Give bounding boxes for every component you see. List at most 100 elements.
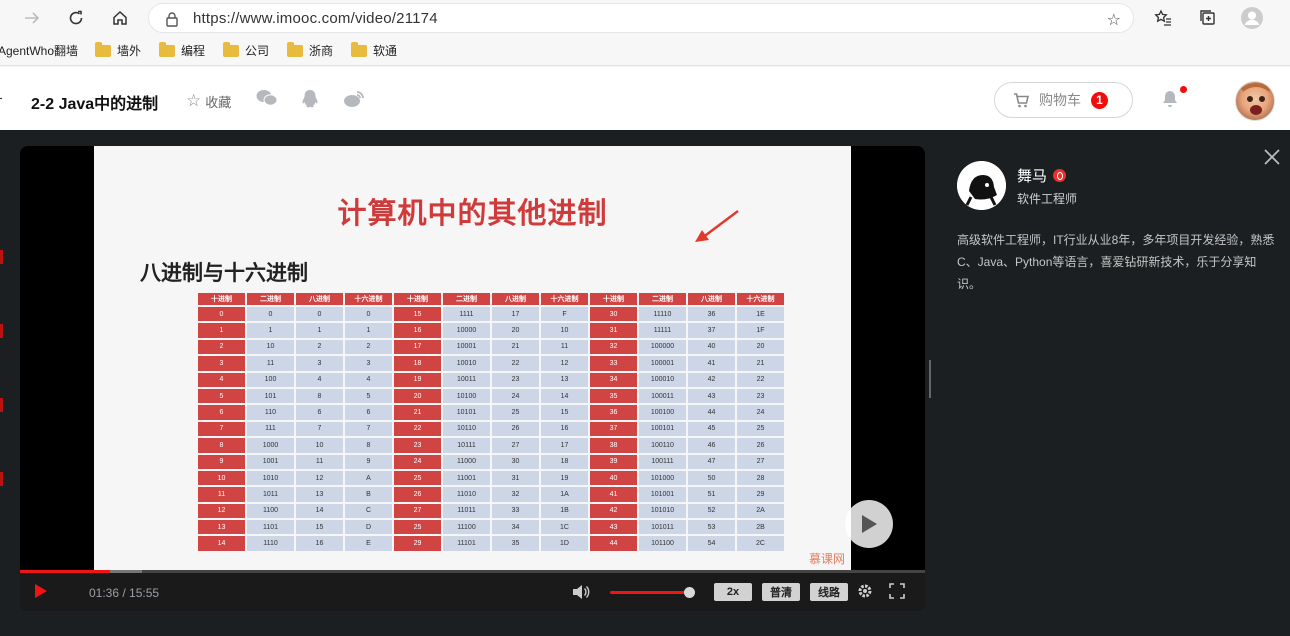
- table-cell: 40: [590, 470, 637, 486]
- table-cell: 12: [296, 470, 343, 486]
- teacher-name[interactable]: 舞马: [1017, 165, 1047, 186]
- table-cell: 100101: [639, 421, 686, 437]
- wechat-icon[interactable]: [256, 89, 278, 109]
- weibo-icon[interactable]: [343, 89, 365, 109]
- user-avatar[interactable]: [1235, 81, 1275, 121]
- table-row: 1 1 1 1 16 10000 20 10 31 11111 37 1F: [198, 323, 784, 338]
- table-cell: 100100: [639, 405, 686, 420]
- bookmark-folder[interactable]: 浙商: [287, 41, 333, 59]
- route-button[interactable]: 线路: [810, 583, 848, 601]
- table-cell: 11111: [639, 323, 686, 338]
- panel-resize-handle[interactable]: [929, 360, 931, 398]
- bookmark-folder[interactable]: 公司: [223, 41, 269, 59]
- table-cell: 11: [296, 454, 343, 469]
- table-cell: 2: [296, 339, 343, 355]
- bookmark-folder[interactable]: 墙外: [95, 41, 141, 59]
- speed-button[interactable]: 2x: [714, 583, 752, 601]
- table-cell: 10111: [443, 438, 490, 453]
- bookmark-label: 编程: [181, 44, 206, 58]
- favorites-icon[interactable]: [1151, 6, 1175, 30]
- table-cell: 26: [737, 438, 784, 453]
- table-cell: 24: [492, 388, 539, 404]
- address-bar[interactable]: https://www.imooc.com/video/21174 ☆: [148, 3, 1134, 33]
- quality-button[interactable]: 普清: [762, 583, 800, 601]
- table-cell: 25: [492, 405, 539, 420]
- bookmarks-bar: AgentWho翻墙 墙外 编程 公司 浙商 软通: [0, 36, 1290, 66]
- play-icon: [862, 515, 877, 533]
- table-cell: 6: [345, 405, 392, 420]
- table-cell: 44: [590, 536, 637, 551]
- table-row: 4 100 4 4 19 10011 23 13 34 100010 42 22: [198, 372, 784, 387]
- table-cell: 13: [198, 520, 245, 535]
- side-strip: [0, 250, 8, 546]
- profile-icon[interactable]: [1240, 6, 1264, 30]
- favorite-button[interactable]: ☆ 收藏: [186, 91, 231, 111]
- base-conversion-table: 十进制 二进制 八进制 十六进制 十进制 二进制 八进制 十六进制 十进制 二进制 八进制 十六进制 …: [196, 291, 786, 553]
- table-cell: 13: [541, 372, 588, 387]
- table-cell: 5: [198, 388, 245, 404]
- table-cell: 0: [296, 307, 343, 322]
- table-cell: 12: [541, 356, 588, 371]
- table-cell: 1010: [247, 470, 294, 486]
- play-button[interactable]: [34, 583, 48, 604]
- table-cell: 34: [492, 520, 539, 535]
- teacher-avatar[interactable]: [957, 161, 1006, 210]
- volume-handle[interactable]: [684, 587, 695, 598]
- table-cell: 22: [394, 421, 441, 437]
- table-header-cell: 二进制: [639, 293, 686, 305]
- forward-icon[interactable]: [20, 6, 44, 30]
- table-cell: 36: [590, 405, 637, 420]
- cart-button[interactable]: 购物车 1: [994, 82, 1133, 118]
- bookmark-folder[interactable]: 编程: [159, 41, 206, 59]
- table-cell: 20: [492, 323, 539, 338]
- url-text[interactable]: https://www.imooc.com/video/21174: [193, 10, 438, 27]
- table-cell: 7: [296, 421, 343, 437]
- table-cell: 33: [590, 356, 637, 371]
- table-cell: 100010: [639, 372, 686, 387]
- big-play-button[interactable]: [845, 500, 893, 548]
- star-icon: ☆: [186, 91, 202, 110]
- table-row: 0 0 0 0 15 1111 17 F 30 11110 36 1E: [198, 307, 784, 322]
- volume-slider[interactable]: [610, 591, 690, 594]
- table-cell: 100011: [639, 388, 686, 404]
- table-cell: 22: [492, 356, 539, 371]
- table-cell: 47: [688, 454, 735, 469]
- table-header-cell: 八进制: [688, 293, 735, 305]
- table-cell: 1111: [443, 307, 490, 322]
- back-arrow-icon[interactable]: -: [0, 89, 3, 105]
- table-cell: 101001: [639, 487, 686, 502]
- table-cell: 11000: [443, 454, 490, 469]
- home-icon[interactable]: [108, 6, 132, 30]
- table-cell: 45: [688, 421, 735, 437]
- reload-icon[interactable]: [64, 6, 88, 30]
- qq-icon[interactable]: [300, 89, 322, 109]
- settings-gear-icon[interactable]: [857, 583, 873, 604]
- table-cell: 6: [296, 405, 343, 420]
- table-cell: 43: [590, 520, 637, 535]
- table-cell: 21: [737, 356, 784, 371]
- table-cell: 30: [590, 307, 637, 322]
- video-player[interactable]: 计算机中的其他进制 八进制与十六进制 十进制 二进制 八进制 十六进制 十进制 二进制 八进…: [20, 146, 925, 611]
- table-cell: 2B: [737, 520, 784, 535]
- arrow-annotation: [695, 210, 739, 242]
- fullscreen-icon[interactable]: [889, 583, 905, 604]
- table-cell: 27: [394, 503, 441, 519]
- bookmark-folder[interactable]: 软通: [351, 41, 397, 59]
- table-cell: F: [541, 307, 588, 322]
- player-controls: 01:36 / 15:55 2x 普清 线路: [20, 573, 925, 611]
- teacher-description: 高级软件工程师，IT行业从业8年，多年项目开发经验，熟悉C、Java、Pytho…: [957, 233, 1275, 291]
- table-cell: 3: [345, 356, 392, 371]
- table-cell: 7: [198, 421, 245, 437]
- collections-icon[interactable]: [1196, 6, 1220, 30]
- close-icon[interactable]: [1263, 148, 1281, 171]
- volume-icon[interactable]: [572, 584, 590, 605]
- table-cell: 52: [688, 503, 735, 519]
- table-cell: 1: [198, 323, 245, 338]
- slide-subtitle: 八进制与十六进制: [140, 262, 308, 285]
- table-cell: 26: [394, 487, 441, 502]
- bell-icon[interactable]: [1160, 89, 1180, 114]
- table-cell: 29: [394, 536, 441, 551]
- table-cell: 22: [737, 372, 784, 387]
- bookmark-item[interactable]: AgentWho翻墙: [0, 42, 78, 59]
- bookmark-star-icon[interactable]: ☆: [1107, 10, 1121, 30]
